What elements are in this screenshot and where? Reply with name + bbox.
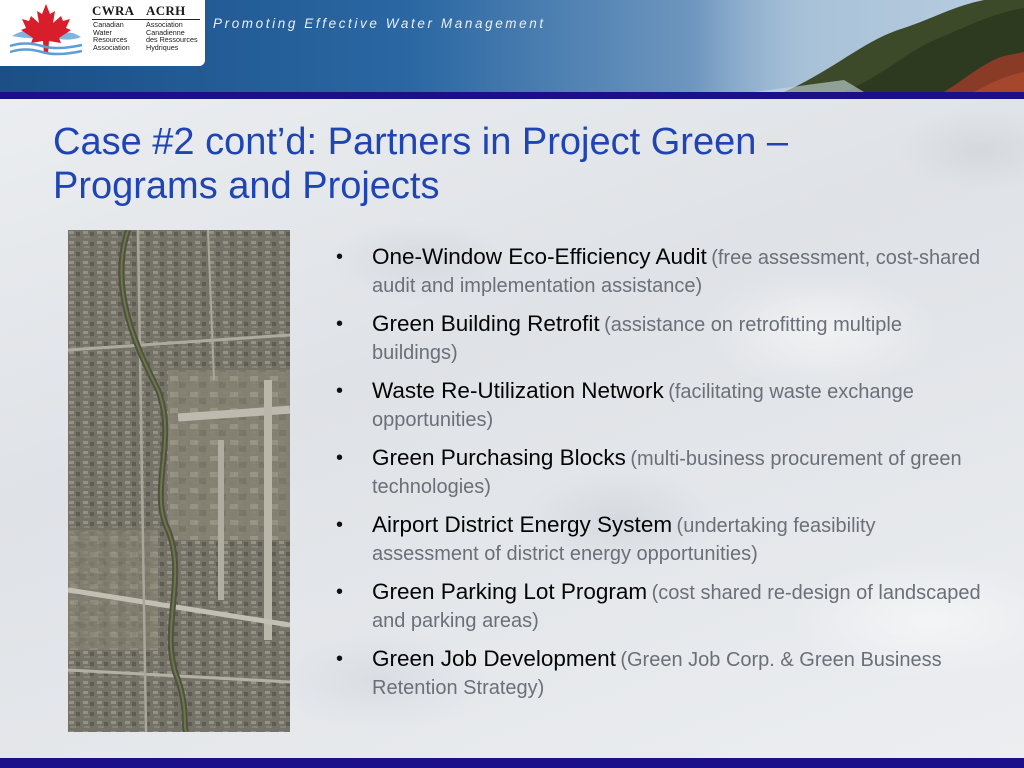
list-item: • Green Purchasing Blocks (multi-busines… [336, 445, 986, 502]
logo-acrh-text: ACRH [146, 3, 186, 18]
list-item: • Waste Re-Utilization Network (facilita… [336, 378, 986, 435]
bullet-main-text: Waste Re-Utilization Network [372, 378, 664, 403]
bullet-list: • One-Window Eco-Efficiency Audit (free … [336, 244, 986, 713]
bullet-dot: • [336, 447, 344, 469]
footer-bar [0, 758, 1024, 768]
list-item: • Green Job Development (Green Job Corp.… [336, 646, 986, 703]
header-tagline: Promoting Effective Water Management [213, 16, 546, 31]
slide-title-line-2: Programs and Projects [53, 165, 440, 207]
bullet-main-text: Green Purchasing Blocks [372, 445, 626, 470]
header-divider-bar [0, 92, 1024, 99]
forested-hill-photo [694, 0, 1024, 92]
slide-title: Case #2 cont’d: Partners in Project Gree… [53, 120, 1003, 208]
list-item: • Green Building Retrofit (assistance on… [336, 311, 986, 368]
slide-title-line-1: Case #2 cont’d: Partners in Project Gree… [53, 121, 789, 163]
cwra-logo: CWRA ACRH Canadian Water Resources Assoc… [0, 0, 205, 66]
logo-english-name: Canadian Water Resources Association [93, 20, 130, 52]
bullet-main-text: Green Job Development [372, 646, 616, 671]
bullet-dot: • [336, 313, 344, 335]
bullet-dot: • [336, 514, 344, 536]
bullet-dot: • [336, 246, 344, 268]
bullet-dot: • [336, 648, 344, 670]
bullet-main-text: One-Window Eco-Efficiency Audit [372, 244, 707, 269]
bullet-main-text: Green Building Retrofit [372, 311, 600, 336]
bullet-main-text: Green Parking Lot Program [372, 579, 648, 604]
bullet-dot: • [336, 581, 344, 603]
logo-cwra-text: CWRA [92, 3, 135, 18]
list-item: • Green Parking Lot Program (cost shared… [336, 579, 986, 636]
list-item: • One-Window Eco-Efficiency Audit (free … [336, 244, 986, 301]
aerial-photo [68, 230, 290, 732]
bullet-dot: • [336, 380, 344, 402]
list-item: • Airport District Energy System (undert… [336, 512, 986, 569]
aerial-photo-image [68, 230, 290, 732]
logo-french-name: Association Canadienne des Ressources Hy… [146, 20, 198, 52]
bullet-main-text: Airport District Energy System [372, 512, 673, 537]
maple-leaf-icon [9, 4, 83, 56]
header-banner: CWRA ACRH Canadian Water Resources Assoc… [0, 0, 1024, 92]
